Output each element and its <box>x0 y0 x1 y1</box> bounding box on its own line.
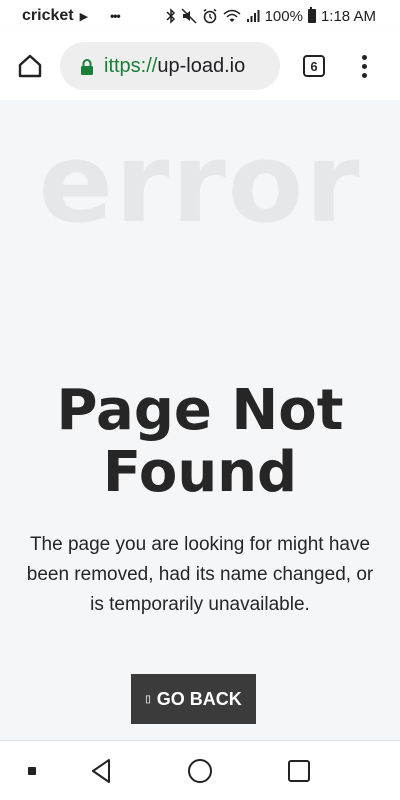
url-scheme: ittps:// <box>104 54 158 77</box>
recents-button[interactable] <box>288 760 310 782</box>
menu-dot-icon <box>361 63 367 69</box>
bluetooth-icon <box>166 8 176 24</box>
mute-icon <box>181 8 197 24</box>
back-button[interactable] <box>90 758 112 784</box>
page-title-line-1: Page Not <box>56 378 344 443</box>
tab-switcher-button[interactable]: 6 <box>303 55 325 77</box>
error-description: The page you are looking for might have … <box>26 534 374 615</box>
status-icons: 100% 1:18 AM <box>166 0 376 32</box>
go-back-button[interactable]: ▯ GO BACK <box>131 674 256 724</box>
home-nav-button[interactable] <box>188 759 212 783</box>
play-icon: ▶ <box>79 10 89 23</box>
menu-dot-icon <box>361 72 367 78</box>
status-bar: cricket ▶ ••• 100% 1:18 AM <box>0 0 400 32</box>
tab-count: 6 <box>310 58 318 74</box>
back-icon <box>92 759 110 783</box>
back-arrow-icon: ▯ <box>145 693 151 705</box>
signal-icon <box>246 9 260 23</box>
page-content: error Page Not Found The page you are lo… <box>0 100 400 740</box>
clock: 1:18 AM <box>320 7 376 25</box>
more-dots-icon: ••• <box>110 9 121 23</box>
url-host: up-load.io <box>157 54 246 77</box>
battery-percent: 100% <box>264 7 303 25</box>
assistant-dot-icon[interactable] <box>28 767 36 775</box>
page-title: Page Not Found <box>0 380 400 504</box>
wifi-icon <box>223 9 241 23</box>
carrier-name: cricket <box>22 7 74 24</box>
address-bar[interactable]: ittps:// up-load.io <box>60 42 280 90</box>
lock-icon <box>80 58 94 75</box>
browser-toolbar: ittps:// up-load.io 6 <box>0 32 400 100</box>
page-title-line-2: Found <box>102 440 298 505</box>
system-nav-bar <box>0 740 400 800</box>
alarm-icon <box>202 8 218 24</box>
menu-dot-icon <box>361 54 367 60</box>
battery-icon <box>307 6 316 23</box>
error-watermark: error <box>38 119 362 247</box>
go-back-label: GO BACK <box>156 688 242 709</box>
home-icon <box>18 54 42 78</box>
overflow-menu-button[interactable] <box>356 52 372 80</box>
home-button[interactable] <box>16 52 44 80</box>
